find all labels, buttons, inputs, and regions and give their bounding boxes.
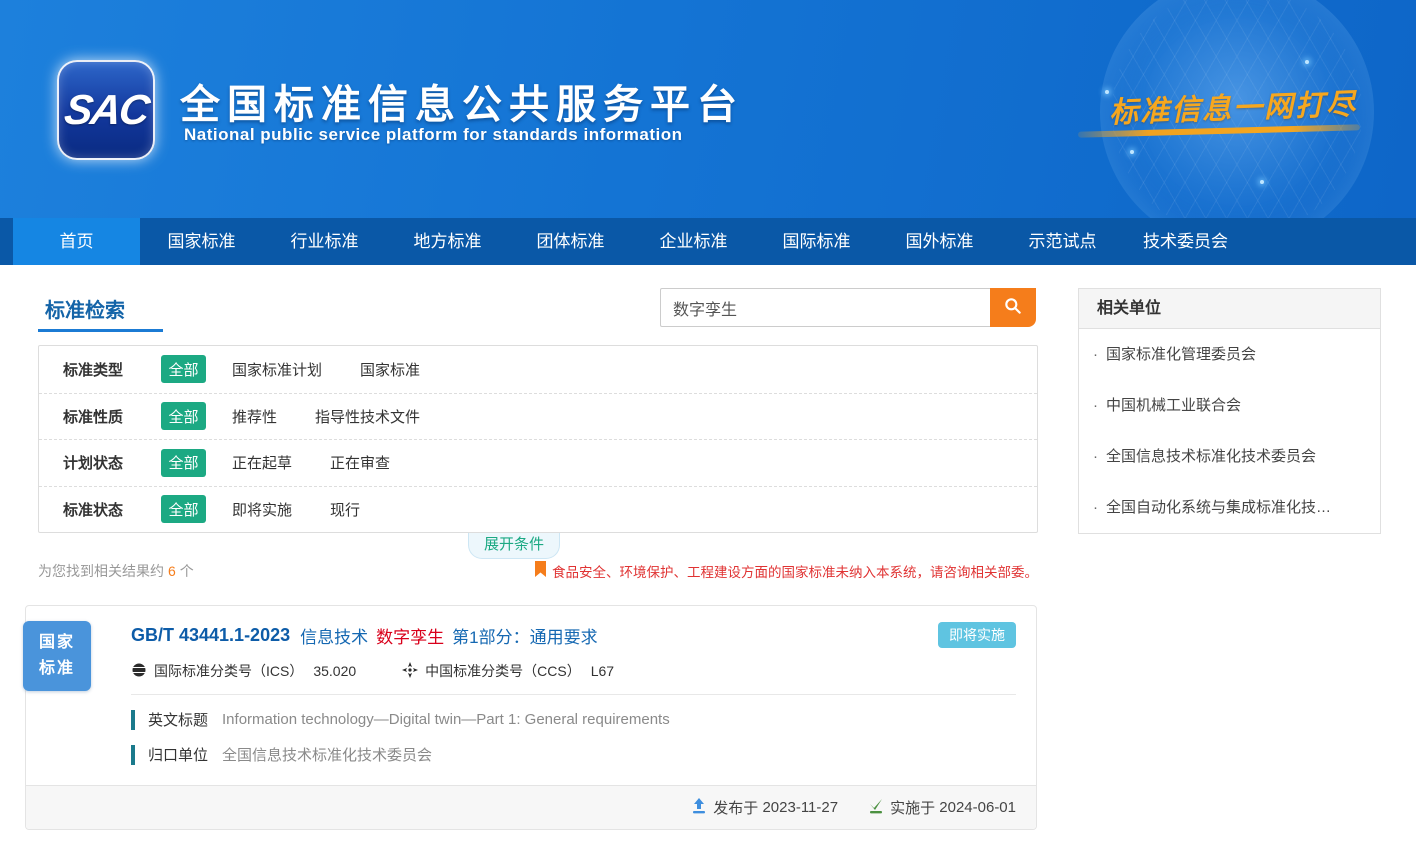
standard-code-link[interactable]: GB/T 43441.1-2023 xyxy=(131,625,290,646)
committee-value: 全国信息技术标准化技术委员会 xyxy=(222,744,432,765)
card-separator xyxy=(131,694,1016,695)
related-units-panel: 相关单位 国家标准化管理委员会 中国机械工业联合会 全国信息技术标准化技术委员会… xyxy=(1078,288,1381,534)
upload-icon xyxy=(691,798,713,818)
filter-option[interactable]: 即将实施 xyxy=(232,499,292,520)
site-header: SAC 全国标准信息公共服务平台 National public service… xyxy=(0,0,1416,218)
page-title: 标准检索 xyxy=(45,294,125,323)
filter-option[interactable]: 正在审查 xyxy=(330,452,390,473)
implement-date-item: 实施于 2024-06-01 xyxy=(868,797,1016,818)
main-nav: 首页 国家标准 行业标准 地方标准 团体标准 企业标准 国际标准 国外标准 示范… xyxy=(0,218,1416,265)
publish-date-item: 发布于 2023-11-27 xyxy=(691,797,838,818)
teal-bar xyxy=(131,710,135,730)
committee-label: 归口单位 xyxy=(148,744,208,765)
english-title-row: 英文标题 Information technology—Digital twin… xyxy=(131,709,1016,730)
site-subtitle: National public service platform for sta… xyxy=(184,125,682,145)
english-title-label: 英文标题 xyxy=(148,709,208,730)
sidebar-item-sac[interactable]: 国家标准化管理委员会 xyxy=(1079,329,1380,380)
notice-text: 食品安全、环境保护、工程建设方面的国家标准未纳入本系统，请咨询相关部委。 xyxy=(552,561,1038,581)
results-summary-row: 为您找到相关结果约6个 食品安全、环境保护、工程建设方面的国家标准未纳入本系统，… xyxy=(38,558,1038,584)
filter-all-button[interactable]: 全部 xyxy=(161,449,206,477)
filter-all-button[interactable]: 全部 xyxy=(161,402,206,430)
ics-classification: 国际标准分类号（ICS） 35.020 xyxy=(131,661,356,681)
nav-item-national-standards[interactable]: 国家标准 xyxy=(140,218,263,265)
filter-row-standard-nature: 标准性质 全部 推荐性 指导性技术文件 xyxy=(39,393,1037,440)
ccs-value: L67 xyxy=(591,663,614,679)
card-main: GB/T 43441.1-2023 信息技术 数字孪生 第1部分：通用要求 即将… xyxy=(26,606,1036,681)
filter-option[interactable]: 现行 xyxy=(330,499,360,520)
filter-all-button[interactable]: 全部 xyxy=(161,355,206,383)
status-badge: 即将实施 xyxy=(938,622,1016,648)
standard-type-badge: 国家标准 xyxy=(23,621,91,691)
standard-title-part2[interactable]: 第1部分：通用要求 xyxy=(452,623,597,648)
sidebar-item-automation[interactable]: 全国自动化系统与集成标准化技… xyxy=(1079,482,1380,533)
filter-all-button[interactable]: 全部 xyxy=(161,495,206,523)
standard-title-highlight[interactable]: 数字孪生 xyxy=(376,623,444,648)
filter-label: 标准类型 xyxy=(63,359,161,380)
sparkle-dot xyxy=(1130,150,1134,154)
nav-item-enterprise-standards[interactable]: 企业标准 xyxy=(632,218,755,265)
standard-title-part1[interactable]: 信息技术 xyxy=(300,623,368,648)
globe-icon xyxy=(131,662,154,681)
check-icon xyxy=(868,798,890,818)
filter-panel: 标准类型 全部 国家标准计划 国家标准 标准性质 全部 推荐性 指导性技术文件 … xyxy=(38,345,1038,533)
system-notice: 食品安全、环境保护、工程建设方面的国家标准未纳入本系统，请咨询相关部委。 xyxy=(535,561,1038,582)
card-footer: 发布于 2023-11-27 实施于 2024-06-01 xyxy=(26,785,1036,829)
card-title-row: GB/T 43441.1-2023 信息技术 数字孪生 第1部分：通用要求 即将… xyxy=(131,622,1016,648)
filter-label: 计划状态 xyxy=(63,452,161,473)
nav-item-industry-standards[interactable]: 行业标准 xyxy=(263,218,386,265)
sidebar-item-cmif[interactable]: 中国机械工业联合会 xyxy=(1079,380,1380,431)
nav-item-foreign-standards[interactable]: 国外标准 xyxy=(878,218,1001,265)
site-title: 全国标准信息公共服务平台 xyxy=(180,72,744,130)
nav-item-local-standards[interactable]: 地方标准 xyxy=(386,218,509,265)
sparkle-dot xyxy=(1260,180,1264,184)
results-summary: 为您找到相关结果约6个 xyxy=(38,561,194,581)
expand-conditions-button[interactable]: 展开条件 xyxy=(468,533,560,559)
search-input[interactable] xyxy=(660,288,990,327)
english-title-value: Information technology—Digital twin—Part… xyxy=(222,711,670,728)
committee-row: 归口单位 全国信息技术标准化技术委员会 xyxy=(131,744,1016,765)
implement-date: 2024-06-01 xyxy=(939,799,1016,816)
ics-value: 35.020 xyxy=(313,663,356,679)
page-title-underline xyxy=(38,329,163,332)
ccs-classification: 中国标准分类号（CCS） L67 xyxy=(402,661,614,681)
sac-logo-text: SAC xyxy=(61,86,150,134)
nav-item-pilot[interactable]: 示范试点 xyxy=(1001,218,1124,265)
filter-option[interactable]: 正在起草 xyxy=(232,452,292,473)
nav-item-group-standards[interactable]: 团体标准 xyxy=(509,218,632,265)
filter-row-plan-status: 计划状态 全部 正在起草 正在审查 xyxy=(39,439,1037,486)
filter-row-standard-type: 标准类型 全部 国家标准计划 国家标准 xyxy=(39,346,1037,393)
teal-bar xyxy=(131,745,135,765)
sac-logo[interactable]: SAC xyxy=(57,60,155,160)
filter-option[interactable]: 国家标准计划 xyxy=(232,359,322,380)
filter-label: 标准性质 xyxy=(63,406,161,427)
search-button[interactable] xyxy=(990,288,1036,327)
filter-option[interactable]: 指导性技术文件 xyxy=(315,406,420,427)
publish-date: 2023-11-27 xyxy=(762,799,838,816)
sparkle-dot xyxy=(1305,60,1309,64)
nav-item-technical-committee[interactable]: 技术委员会 xyxy=(1124,218,1247,265)
result-card: 国家标准 GB/T 43441.1-2023 信息技术 数字孪生 第1部分：通用… xyxy=(25,605,1037,830)
bookmark-icon xyxy=(535,561,546,582)
search-icon xyxy=(1003,296,1023,319)
nav-item-international-standards[interactable]: 国际标准 xyxy=(755,218,878,265)
filter-row-standard-status: 标准状态 全部 即将实施 现行 xyxy=(39,486,1037,533)
sidebar-item-nits[interactable]: 全国信息技术标准化技术委员会 xyxy=(1079,431,1380,482)
related-units-title: 相关单位 xyxy=(1079,289,1380,329)
compass-icon xyxy=(402,662,425,681)
card-meta-row: 国际标准分类号（ICS） 35.020 中国标准分类号（CCS） L67 xyxy=(131,661,1016,681)
results-count: 6 xyxy=(164,563,180,579)
filter-option[interactable]: 推荐性 xyxy=(232,406,277,427)
search-bar xyxy=(660,288,1036,327)
nav-item-home[interactable]: 首页 xyxy=(13,218,140,265)
filter-label: 标准状态 xyxy=(63,499,161,520)
filter-option[interactable]: 国家标准 xyxy=(360,359,420,380)
